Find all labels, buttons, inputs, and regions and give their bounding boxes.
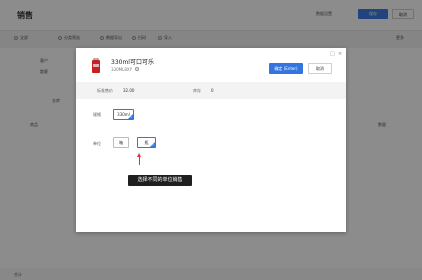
dialog-cancel-button[interactable]: 取消 [308, 63, 332, 74]
product-code: 330ML8XY [111, 67, 133, 72]
product-dialog: □ × 330ml可口可乐 330ML8XY i 确定 (Enter) 取消 标… [76, 48, 346, 232]
stock-label: 库存 [193, 88, 201, 93]
spec-label: 规格 [93, 112, 101, 117]
spec-option[interactable]: 330ml ✓ [113, 109, 134, 120]
price-value: 32.00 [123, 88, 135, 93]
product-image [92, 58, 100, 73]
check-icon: ✓ [152, 143, 155, 147]
unit-option-box[interactable]: 箱 [113, 137, 129, 148]
can-label [93, 64, 99, 67]
close-icon[interactable]: × [338, 51, 342, 57]
price-label: 标准售价 [97, 88, 113, 93]
product-name: 330ml可口可乐 [111, 59, 154, 66]
confirm-button[interactable]: 确定 (Enter) [269, 63, 303, 74]
pointer-arrow [139, 156, 140, 165]
check-icon: ✓ [130, 115, 133, 119]
price-stock-bar: 标准售价 32.00 库存 0 [76, 82, 346, 99]
info-icon[interactable]: i [135, 67, 139, 71]
stock-value: 0 [211, 88, 214, 93]
unit-option-bottle[interactable]: 瓶 ✓ [137, 137, 156, 148]
unit-option-label: 瓶 [144, 140, 149, 145]
unit-option-label: 箱 [119, 140, 123, 145]
unit-label: 单位 [93, 141, 101, 146]
maximize-icon[interactable]: □ [330, 51, 335, 57]
hint-tooltip: 选择不同的单位销售 [128, 175, 192, 186]
